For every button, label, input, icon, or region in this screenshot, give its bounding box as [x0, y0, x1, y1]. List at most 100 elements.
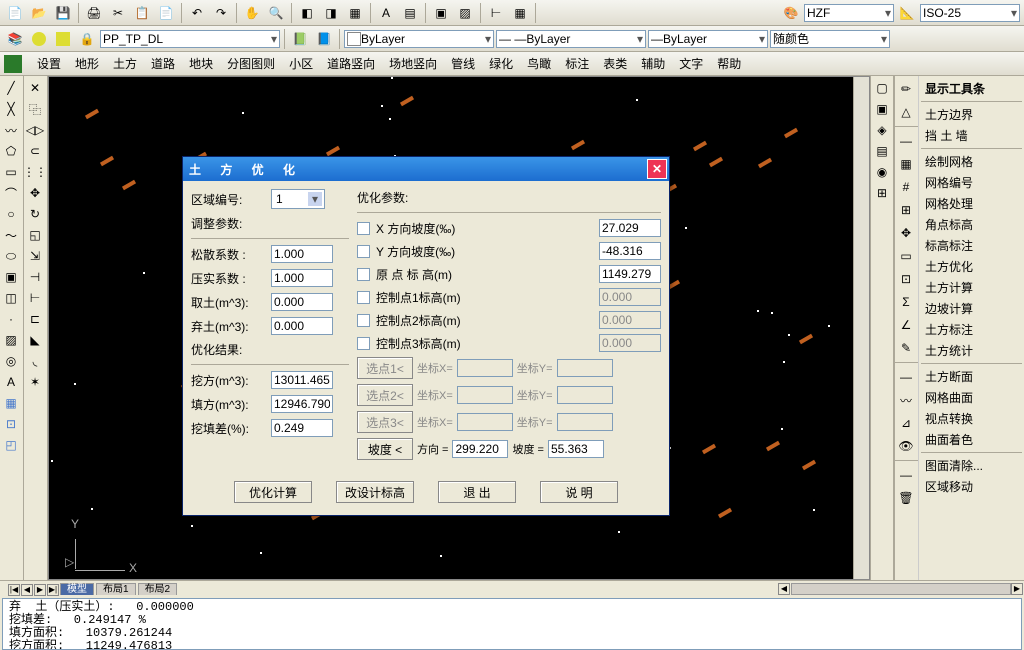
right-item[interactable]: 图面清除... [921, 455, 1022, 476]
menu-8[interactable]: 场地竖向 [382, 53, 444, 74]
mod-explode-icon[interactable]: ✶ [24, 372, 46, 392]
tool-zoom-icon[interactable]: 🔍 [265, 2, 287, 24]
dimstyle-select[interactable]: ISO-25 [920, 4, 1020, 22]
tool-new-icon[interactable]: 📄 [4, 2, 26, 24]
right-icon[interactable]: ⊡ [895, 268, 917, 290]
tab-nav[interactable]: |◀ [8, 584, 20, 596]
dialog-button[interactable]: 退 出 [438, 481, 516, 503]
draw-region-icon[interactable]: ◎ [0, 351, 22, 371]
mod-extend-icon[interactable]: ⊢ [24, 288, 46, 308]
mod-rotate-icon[interactable]: ↻ [24, 204, 46, 224]
right-icon[interactable]: # [895, 176, 917, 198]
menu-11[interactable]: 鸟瞰 [520, 53, 558, 74]
region-select[interactable]: 1 [271, 189, 325, 209]
tool-print-icon[interactable]: 🖨 [83, 2, 105, 24]
canvas-vscroll[interactable] [853, 77, 869, 579]
opt-checkbox[interactable] [357, 268, 370, 281]
right-icon[interactable]: ⊿ [895, 412, 917, 434]
menu-2[interactable]: 土方 [106, 53, 144, 74]
right-item[interactable]: 边坡计算 [921, 298, 1022, 319]
right-icon[interactable]: ⊞ [895, 199, 917, 221]
tool-table-icon[interactable]: ▤ [399, 2, 421, 24]
draw-block-icon[interactable]: ◫ [0, 288, 22, 308]
res-input[interactable] [271, 419, 333, 437]
rt-2-icon[interactable]: ▣ [871, 99, 893, 119]
draw-xline-icon[interactable]: ╳ [0, 99, 22, 119]
hscroll-right[interactable]: ▶ [1011, 583, 1023, 595]
direction-input[interactable] [452, 440, 508, 458]
opt-checkbox[interactable] [357, 291, 370, 304]
opt-checkbox[interactable] [357, 314, 370, 327]
menu-16[interactable]: 帮助 [710, 53, 748, 74]
hscroll-left[interactable]: ◀ [778, 583, 790, 595]
opt-input[interactable] [599, 265, 661, 283]
draw-circle-icon[interactable]: ○ [0, 204, 22, 224]
right-item[interactable]: 土方计算 [921, 277, 1022, 298]
right-item[interactable]: 标高标注 [921, 235, 1022, 256]
adj-input[interactable] [271, 317, 333, 335]
tool-text-icon[interactable]: A [375, 2, 397, 24]
tool-dim-icon[interactable]: ⊢ [485, 2, 507, 24]
adj-input[interactable] [271, 245, 333, 263]
menu-15[interactable]: 文字 [672, 53, 710, 74]
rt-3-icon[interactable]: ◈ [871, 120, 893, 140]
layer-light-icon[interactable] [28, 28, 50, 50]
draw-hatch-icon[interactable]: ▨ [0, 330, 22, 350]
draw-grid-icon[interactable]: ▦ [0, 393, 22, 413]
mod-scale-icon[interactable]: ◱ [24, 225, 46, 245]
right-icon[interactable]: ∠ [895, 314, 917, 336]
tool-misc2-icon[interactable]: ◨ [320, 2, 342, 24]
menu-3[interactable]: 道路 [144, 53, 182, 74]
menu-0[interactable]: 设置 [30, 53, 68, 74]
linetype-select[interactable]: — — ByLayer [496, 30, 646, 48]
tool-open-icon[interactable]: 📂 [28, 2, 50, 24]
tool-dimstyle-icon[interactable]: 📐 [896, 2, 918, 24]
right-icon[interactable]: ▦ [895, 153, 917, 175]
layer-mgr-icon[interactable]: 📚 [4, 28, 26, 50]
right-item[interactable]: 网格处理 [921, 193, 1022, 214]
slope-input[interactable] [548, 440, 604, 458]
mod-mirror-icon[interactable]: ◁▷ [24, 120, 46, 140]
mod-offset-icon[interactable]: ⊂ [24, 141, 46, 161]
rt-1-icon[interactable]: ▢ [871, 78, 893, 98]
right-item[interactable]: 土方标注 [921, 319, 1022, 340]
opt-checkbox[interactable] [357, 337, 370, 350]
right-icon[interactable]: — [895, 366, 917, 388]
rt-5-icon[interactable]: ◉ [871, 162, 893, 182]
right-icon[interactable]: Σ [895, 291, 917, 313]
draw-polygon-icon[interactable]: ⬠ [0, 141, 22, 161]
right-icon[interactable]: — [895, 464, 917, 486]
opt-input[interactable] [599, 242, 661, 260]
opt-input[interactable] [599, 219, 661, 237]
tool-paste-icon[interactable]: 📄 [155, 2, 177, 24]
draw-line-icon[interactable]: ╱ [0, 78, 22, 98]
layer-iso-icon[interactable]: 📘 [313, 28, 335, 50]
draw-text-icon[interactable]: A [0, 372, 22, 392]
tool-calc-icon[interactable]: ▦ [509, 2, 531, 24]
right-item[interactable]: 网格曲面 [921, 387, 1022, 408]
tool-redo-icon[interactable]: ↷ [210, 2, 232, 24]
tool-undo-icon[interactable]: ↶ [186, 2, 208, 24]
menu-4[interactable]: 地块 [182, 53, 220, 74]
adj-input[interactable] [271, 293, 333, 311]
layout-tab[interactable]: 模型 [60, 583, 94, 595]
mod-chamfer-icon[interactable]: ◣ [24, 330, 46, 350]
draw-pline-icon[interactable]: 〰 [0, 120, 22, 140]
draw-point-icon[interactable]: · [0, 309, 22, 329]
right-icon[interactable]: — [895, 130, 917, 152]
layer-select[interactable]: PP_TP_DL [100, 30, 280, 48]
layer-prev-icon[interactable]: 📗 [289, 28, 311, 50]
rt-4-icon[interactable]: ▤ [871, 141, 893, 161]
tool-save-icon[interactable]: 💾 [52, 2, 74, 24]
layer-lock-icon[interactable]: 🔒 [76, 28, 98, 50]
layout-tab[interactable]: 布局1 [96, 583, 136, 595]
dialog-titlebar[interactable]: 土 方 优 化 ✕ [183, 157, 669, 181]
tab-nav[interactable]: ▶| [47, 584, 59, 596]
layer-freeze-icon[interactable] [52, 28, 74, 50]
tab-nav[interactable]: ◀ [21, 584, 33, 596]
menu-6[interactable]: 小区 [282, 53, 320, 74]
rt-6-icon[interactable]: ⊞ [871, 183, 893, 203]
hscroll-track[interactable] [791, 583, 1011, 595]
dialog-button[interactable]: 说 明 [540, 481, 618, 503]
draw-spline-icon[interactable]: 〜 [0, 225, 22, 245]
